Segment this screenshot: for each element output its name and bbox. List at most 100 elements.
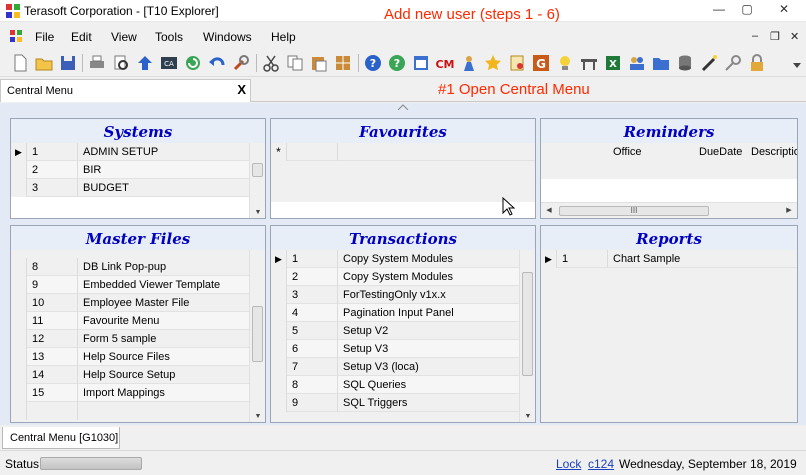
new-row-cell[interactable] [288, 143, 338, 161]
list-item[interactable]: 5 Setup V2 [271, 322, 535, 340]
excel-icon[interactable]: X [604, 54, 622, 72]
undo-icon[interactable] [208, 54, 226, 72]
tab-central-menu[interactable]: Central Menu X [0, 79, 251, 102]
row-header [11, 348, 27, 366]
list-item[interactable] [11, 402, 265, 422]
vertical-scrollbar[interactable]: ▼ [249, 143, 265, 218]
list-item[interactable]: 14 Help Source Setup [11, 366, 265, 384]
paste-icon[interactable] [310, 54, 328, 72]
row-header [11, 312, 27, 330]
column-header-description[interactable]: Descriptio [751, 143, 797, 161]
mdi-restore-button[interactable]: ❐ [770, 30, 780, 43]
list-item[interactable]: 11 Favourite Menu [11, 312, 265, 330]
list-item[interactable]: 4 Pagination Input Panel [271, 304, 535, 322]
tab-close-button[interactable]: X [237, 82, 246, 97]
desk-icon[interactable] [580, 54, 598, 72]
print-preview-icon[interactable] [112, 54, 130, 72]
scroll-down-icon[interactable]: ▼ [250, 206, 265, 218]
list-item[interactable]: 9 SQL Triggers [271, 394, 535, 412]
list-item[interactable]: 13 Help Source Files [11, 348, 265, 366]
list-item[interactable]: 2 BIR [11, 161, 265, 179]
list-item[interactable]: 3 BUDGET [11, 179, 265, 197]
info-icon[interactable]: ? [388, 54, 406, 72]
menu-tools[interactable]: Tools [155, 30, 183, 44]
close-button[interactable]: ✕ [764, 0, 804, 18]
minimize-button[interactable]: — [704, 0, 734, 18]
menu-help[interactable]: Help [271, 30, 296, 44]
star-icon[interactable] [484, 54, 502, 72]
lightbulb-icon[interactable] [556, 54, 574, 72]
database-icon[interactable] [676, 54, 694, 72]
vertical-scrollbar[interactable]: ▼ [519, 250, 535, 422]
list-item[interactable]: 7 Setup V3 (loca) [271, 358, 535, 376]
scroll-left-icon[interactable]: ◀ [542, 204, 556, 218]
menu-file[interactable]: File [35, 30, 54, 44]
new-row-cell[interactable] [339, 143, 535, 161]
tools-icon[interactable] [232, 54, 250, 72]
save-icon[interactable] [59, 54, 77, 72]
new-row[interactable]: * [271, 143, 535, 161]
mdi-minimize-button[interactable]: – [752, 30, 758, 42]
new-document-icon[interactable] [11, 54, 29, 72]
mdi-child-icon[interactable] [10, 30, 23, 43]
folder-icon[interactable] [652, 54, 670, 72]
list-item[interactable]: 10 Employee Master File [11, 294, 265, 312]
g-icon[interactable]: G [532, 54, 550, 72]
list-item[interactable]: 3 ForTestingOnly v1x.x [271, 286, 535, 304]
list-item[interactable]: 2 Copy System Modules [271, 268, 535, 286]
open-folder-icon[interactable] [35, 54, 53, 72]
list-item[interactable]: 15 Import Mappings [11, 384, 265, 402]
row-number [28, 402, 78, 420]
row-number: 7 [288, 358, 338, 376]
copy-icon[interactable] [286, 54, 304, 72]
scroll-down-icon[interactable]: ▼ [520, 410, 535, 422]
menu-windows[interactable]: Windows [203, 30, 252, 44]
row-name: Form 5 sample [83, 333, 157, 345]
menu-edit[interactable]: Edit [71, 30, 92, 44]
list-item[interactable]: 12 Form 5 sample [11, 330, 265, 348]
certificate-icon[interactable] [508, 54, 526, 72]
vertical-scrollbar[interactable]: ▼ [249, 250, 265, 422]
tab-central-menu-g1030[interactable]: Central Menu [G1030] [2, 427, 120, 449]
print-icon[interactable] [88, 54, 106, 72]
list-item[interactable]: ▶ 1 Chart Sample [541, 250, 797, 268]
scroll-up-icon[interactable] [250, 143, 265, 157]
list-item[interactable]: 9 Embedded Viewer Template [11, 276, 265, 294]
maximize-button[interactable]: ▢ [732, 0, 762, 18]
list-item[interactable]: ▶ 1 Copy System Modules [271, 250, 535, 268]
scroll-thumb[interactable] [522, 272, 533, 376]
list-item[interactable]: ▶ 1 ADMIN SETUP [11, 143, 265, 161]
scroll-up-icon[interactable] [520, 250, 535, 264]
help-icon[interactable]: ? [364, 54, 382, 72]
list-item[interactable]: 6 Setup V3 [271, 340, 535, 358]
horizontal-scrollbar[interactable]: ◀ III ▶ [541, 202, 797, 218]
cut-icon[interactable] [262, 54, 280, 72]
wand-icon[interactable] [700, 54, 718, 72]
column-header-duedate[interactable]: DueDate [699, 143, 742, 161]
lock-icon[interactable] [748, 54, 766, 72]
refresh-icon[interactable] [184, 54, 202, 72]
lock-link[interactable]: Lock [556, 457, 581, 471]
users-icon[interactable] [628, 54, 646, 72]
splitter-grip-icon[interactable] [397, 104, 409, 110]
scroll-thumb[interactable] [252, 306, 263, 362]
grid-icon[interactable] [334, 54, 352, 72]
person-icon[interactable] [460, 54, 478, 72]
scroll-thumb[interactable] [252, 163, 263, 177]
cm-icon[interactable]: CM [436, 54, 454, 72]
scroll-right-icon[interactable]: ▶ [782, 204, 796, 218]
list-item[interactable]: 8 SQL Queries [271, 376, 535, 394]
cash-icon[interactable]: CA [160, 54, 178, 72]
key-icon[interactable] [724, 54, 742, 72]
column-header-office[interactable]: Office [613, 143, 642, 161]
scroll-down-icon[interactable]: ▼ [250, 410, 265, 422]
calendar-icon[interactable] [412, 54, 430, 72]
user-link[interactable]: c124 [588, 457, 614, 471]
scroll-up-icon[interactable] [250, 250, 265, 264]
list-item[interactable]: 8 DB Link Pop-pup [11, 258, 265, 276]
menu-view[interactable]: View [111, 30, 137, 44]
mdi-close-button[interactable]: ✕ [790, 30, 799, 43]
scroll-thumb[interactable]: III [559, 206, 709, 216]
upload-arrow-icon[interactable] [136, 54, 154, 72]
toolbar-overflow-icon[interactable] [790, 59, 804, 71]
